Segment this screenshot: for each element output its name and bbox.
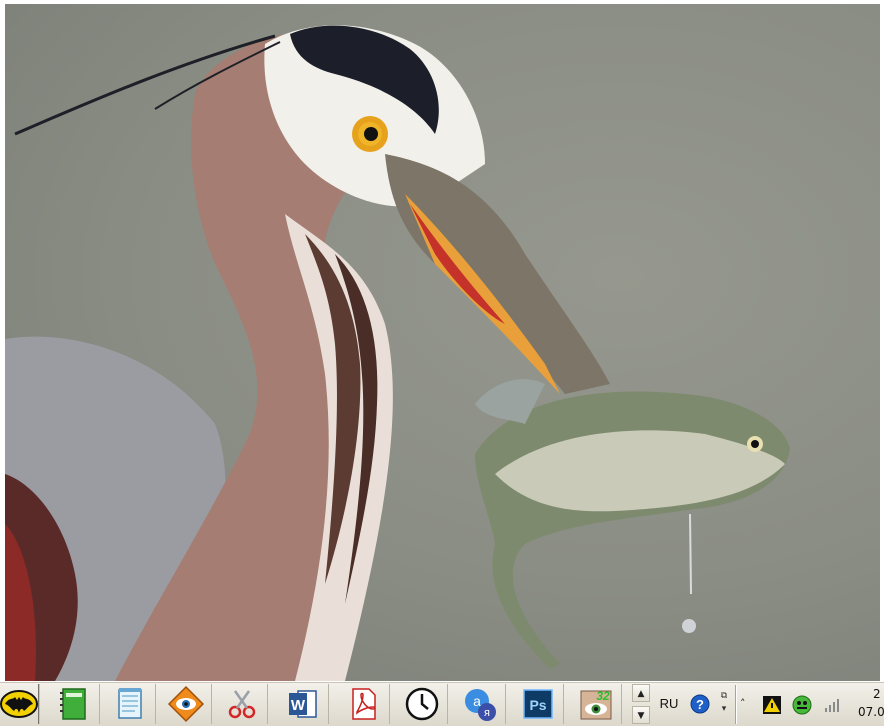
svg-text:?: ? (696, 697, 704, 712)
batman-logo-icon (0, 690, 38, 718)
desktop[interactable] (5, 4, 880, 681)
taskbar-scroll-down-button[interactable]: ▼ (632, 706, 650, 724)
start-button[interactable] (0, 684, 40, 724)
eye-viewer-icon (167, 685, 204, 723)
help-icon[interactable]: ? (690, 694, 710, 714)
clock-date[interactable]: 07.0 (858, 705, 884, 719)
clock-icon (405, 687, 438, 721)
scissors-icon (228, 690, 255, 719)
taskbar-app-pdf[interactable] (338, 684, 390, 724)
clock-time[interactable]: 2 (873, 687, 881, 701)
taskbar-app-clock[interactable] (396, 684, 448, 724)
taskbar-app-eye-32[interactable]: 32 (570, 684, 622, 724)
taskbar-app-notebook[interactable] (48, 684, 100, 724)
taskbar-app-photoshop[interactable]: Ps (512, 684, 564, 724)
eye-32-icon-number: 32 (596, 689, 610, 703)
taskbar-app-notepad[interactable] (104, 684, 156, 724)
notepad-icon (117, 688, 142, 719)
eye-32-icon: 32 (580, 689, 611, 720)
system-tray: ˄ 2 07.0 (735, 685, 884, 724)
taskbar-app-viewer[interactable] (160, 684, 212, 724)
tray-expand-icon[interactable]: ˄ (740, 697, 746, 710)
photoshop-icon-letters: Ps (529, 697, 546, 713)
taskbar-app-word[interactable]: W (277, 684, 329, 724)
yandex-browser-icon: a я (464, 689, 496, 721)
warning-tray-icon[interactable] (762, 695, 782, 715)
taskbar-scroll: ▲ ▼ (630, 684, 652, 724)
green-notebook-icon (59, 688, 86, 720)
taskbar-app-yandex[interactable]: a я (454, 684, 506, 724)
word-icon-letter: W (290, 697, 305, 714)
shield-tray-icon[interactable] (792, 695, 812, 715)
taskbar-scroll-up-button[interactable]: ▲ (632, 684, 650, 702)
wallpaper-image (5, 25, 790, 681)
svg-text:я: я (484, 707, 490, 719)
language-indicator[interactable]: RU (656, 694, 682, 714)
word-icon: W (288, 690, 317, 718)
pdf-icon (351, 688, 376, 720)
taskbar-app-scissors[interactable] (216, 684, 268, 724)
photoshop-icon: Ps (522, 689, 553, 719)
restore-window-icon[interactable]: ⧉ ▾ (717, 690, 731, 718)
taskbar: W a я Ps 32 ▲ ▼ RU ? ⧉ ▾ ˄ 2 07.0 (0, 681, 884, 726)
network-signal-icon[interactable] (824, 697, 842, 713)
